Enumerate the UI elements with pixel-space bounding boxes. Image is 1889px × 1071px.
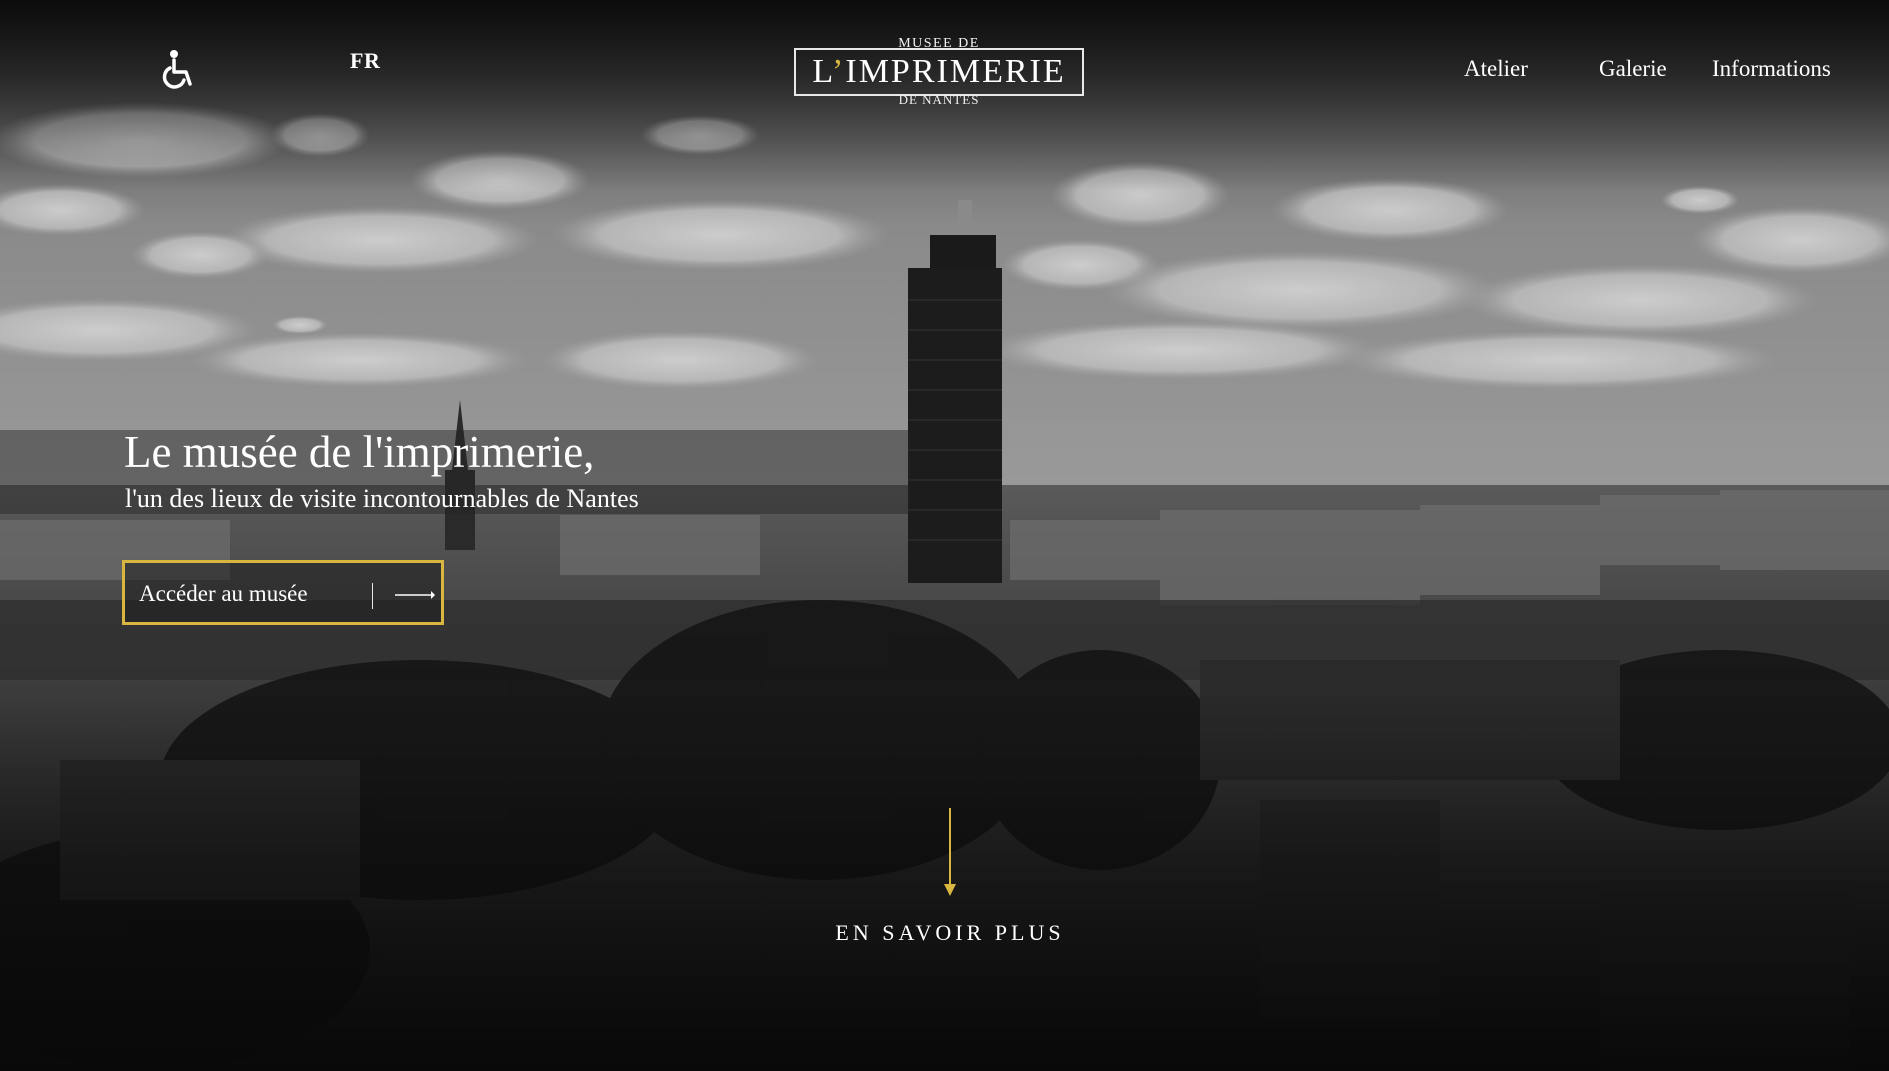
hero-subtitle: l'un des lieux de visite incontournables… — [125, 484, 639, 513]
logo-main-suffix: IMPRIMERIE — [845, 53, 1066, 90]
logo-main-prefix: L — [812, 53, 833, 90]
language-selector[interactable]: FR — [350, 48, 380, 74]
hero-page: FR MUSEE DE L’IMPRIMERIE DE NANTES Ateli… — [0, 0, 1889, 1071]
learn-more-link[interactable]: EN SAVOIR PLUS — [800, 920, 1100, 946]
nav-atelier[interactable]: Atelier — [1464, 56, 1528, 82]
nav-galerie[interactable]: Galerie — [1599, 56, 1667, 82]
nav-informations[interactable]: Informations — [1712, 56, 1831, 82]
logo-main-text: L’IMPRIMERIE — [794, 54, 1084, 90]
logo-bottom-text: DE NANTES — [794, 92, 1084, 108]
arrow-down-icon[interactable] — [940, 808, 960, 896]
logo-bottom-label: DE NANTES — [898, 92, 980, 107]
museum-logo[interactable]: MUSEE DE L’IMPRIMERIE DE NANTES — [794, 36, 1084, 110]
wheelchair-icon[interactable] — [158, 48, 198, 90]
arrow-right-icon — [395, 591, 435, 599]
wheelchair-icon-graphic — [162, 50, 192, 89]
logo-top-text: MUSEE DE — [898, 36, 980, 51]
access-museum-button[interactable]: Accéder au musée — [122, 560, 444, 625]
access-museum-label: Accéder au musée — [139, 581, 308, 606]
button-divider — [372, 583, 373, 609]
logo-apostrophe: ’ — [832, 53, 846, 90]
hero-title: Le musée de l'imprimerie, — [124, 427, 595, 477]
